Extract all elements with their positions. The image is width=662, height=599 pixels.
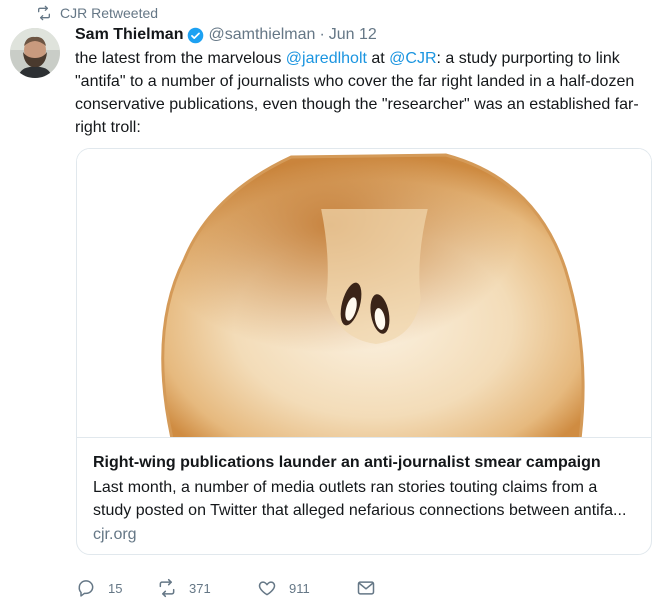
card-description: Last month, a number of media outlets ra… [93, 479, 627, 519]
direct-message-icon [357, 581, 375, 595]
tweet-actions: 15 371 911 [76, 578, 388, 598]
card-domain: cjr.org [93, 526, 137, 543]
retweet-context[interactable]: CJR Retweeted [36, 4, 158, 22]
tweet-text-part: at [366, 50, 390, 67]
separator: · [319, 26, 325, 43]
avatar[interactable] [10, 28, 60, 78]
card-image [77, 149, 651, 437]
tweet-text-part: the latest from the marvelous [75, 50, 286, 67]
like-button[interactable]: 911 [257, 578, 356, 598]
author-name[interactable]: Sam Thielman [75, 26, 183, 44]
author-handle[interactable]: @samthielman [208, 26, 315, 44]
reply-icon [78, 580, 94, 597]
reply-count: 15 [108, 580, 123, 596]
card-content: Right-wing publications launder an anti-… [77, 437, 651, 546]
retweet-icon [38, 5, 50, 21]
retweet-button[interactable]: 371 [157, 578, 257, 598]
like-count: 911 [289, 580, 310, 596]
card-title: Right-wing publications launder an anti-… [93, 454, 601, 471]
tweet-date[interactable]: Jun 12 [329, 26, 377, 44]
like-icon [258, 581, 276, 596]
verified-badge-icon [188, 27, 204, 43]
mention-jaredlholt[interactable]: @jaredlholt [286, 50, 367, 67]
tweet-header: Sam Thielman @samthielman · Jun 12 [75, 24, 655, 46]
retweet-icon [159, 578, 175, 598]
mention-cjr[interactable]: @CJR [389, 50, 436, 67]
retweet-label: CJR Retweeted [60, 5, 159, 21]
direct-message-button[interactable] [356, 578, 388, 598]
link-card[interactable]: Right-wing publications launder an anti-… [76, 148, 652, 555]
reply-button[interactable]: 15 [76, 578, 157, 598]
tweet-text: the latest from the marvelous @jaredlhol… [75, 47, 647, 139]
retweet-count: 371 [189, 580, 211, 596]
tweet-body: Sam Thielman @samthielman · Jun 12 the l… [75, 24, 655, 139]
